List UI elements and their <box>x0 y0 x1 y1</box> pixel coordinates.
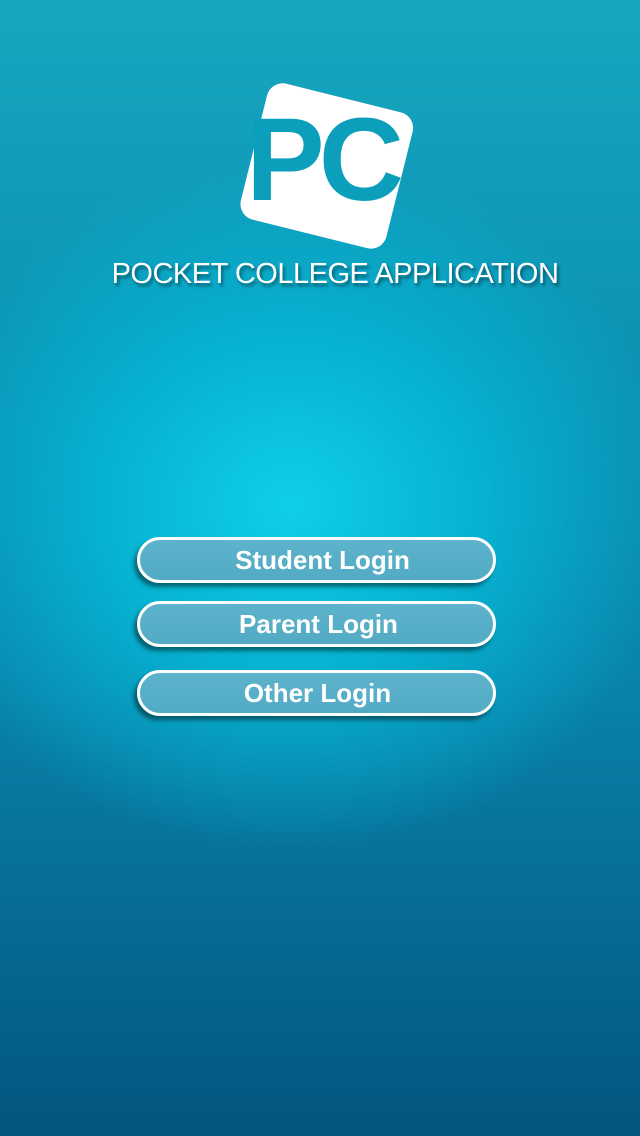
other-login-button[interactable]: Other Login <box>137 670 496 716</box>
app-title: POCKET COLLEGE APPLICATION <box>111 258 559 290</box>
pc-logo-icon: PC <box>232 78 422 253</box>
student-login-button[interactable]: Student Login <box>137 537 496 583</box>
parent-login-button[interactable]: Parent Login <box>137 601 496 647</box>
parent-login-label: Parent Login <box>239 608 398 639</box>
logo-text: PC <box>246 94 401 226</box>
other-login-label: Other Login <box>243 677 392 708</box>
student-login-label: Student Login <box>235 544 410 575</box>
